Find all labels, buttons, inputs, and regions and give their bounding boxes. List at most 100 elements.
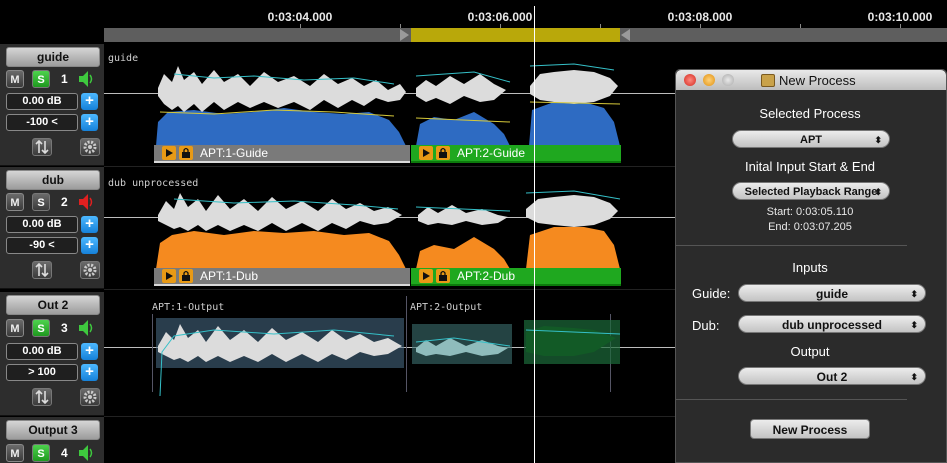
ruler-tick-label: 0:03:08.000 [667,10,733,24]
track-name-button[interactable]: Out 2 [6,295,100,315]
track-name-button[interactable]: Output 3 [6,420,100,440]
region-name: APT:2-Guide [457,146,526,160]
range-end: End: 0:03:07.205 [768,221,852,233]
plus-icon[interactable]: + [81,364,98,381]
range-select-value: Selected Playback Range [744,186,878,198]
dialog-titlebar[interactable]: New Process [676,70,946,90]
range-start: Start: 0:03:05.110 [766,206,854,218]
gain-field[interactable]: 0.00 dB [6,216,78,233]
dub-select-value: dub unprocessed [781,318,882,332]
offset-field[interactable]: -100 < [6,114,78,131]
offset-field[interactable]: -90 < [6,237,78,254]
output-select[interactable]: Out 2 ⬍ [738,367,926,385]
region-apt2-dub[interactable]: APT:2-Dub [411,268,621,286]
solo-button[interactable]: S [32,444,50,462]
range-heading: Inital Input Start & End [744,159,876,174]
playhead[interactable] [534,6,535,463]
region-name: APT:1-Dub [200,269,259,283]
play-icon[interactable] [162,146,176,160]
mute-button[interactable]: M [6,444,24,462]
new-process-dialog: New Process Selected Process APT ⬍ Inital… [675,69,947,463]
dub-select[interactable]: dub unprocessed ⬍ [738,315,926,333]
gear-icon[interactable] [80,138,100,156]
speaker-icon[interactable] [78,193,94,211]
solo-button[interactable]: S [32,193,50,211]
solo-button[interactable]: S [32,70,50,88]
guide-label: Guide: [692,286,731,301]
chevron-updown-icon: ⬍ [874,187,882,197]
plus-icon[interactable]: + [81,237,98,254]
output-select-value: Out 2 [816,370,848,384]
track-name-button[interactable]: dub [6,170,100,190]
range-select[interactable]: Selected Playback Range ⬍ [732,182,890,200]
process-select-value: APT [800,134,822,146]
dialog-title: New Process [779,73,856,88]
speaker-icon[interactable] [78,444,94,462]
region-name: APT:1-Guide [200,146,269,160]
up-down-arrows-icon[interactable] [32,138,52,156]
guide-select[interactable]: guide ⬍ [738,284,926,302]
plus-icon[interactable]: + [81,114,98,131]
lane-label: guide [108,53,139,64]
plus-icon[interactable]: + [81,216,98,233]
process-select[interactable]: APT ⬍ [732,130,890,148]
up-down-arrows-icon[interactable] [32,261,52,279]
track-header-output3: Output 3 M S 4 [0,417,104,463]
track-name-button[interactable]: guide [6,47,100,67]
lock-icon[interactable] [436,269,450,283]
region-apt2-guide[interactable]: APT:2-Guide [411,145,621,163]
mute-button[interactable]: M [6,70,24,88]
track-header-guide: guide M S 1 0.00 dB + -100 < + [0,44,104,166]
output-heading: Output [790,344,830,359]
waveform-dub [156,190,621,269]
speaker-icon[interactable] [78,70,94,88]
gain-field[interactable]: 0.00 dB [6,343,78,360]
track-number: 1 [61,72,68,86]
track-header-dub: dub M S 2 0.00 dB + -90 < + [0,167,104,289]
minimize-icon[interactable] [703,74,715,86]
plus-icon[interactable]: + [81,93,98,110]
gear-icon[interactable] [80,261,100,279]
waveform-output [156,318,621,396]
solo-button[interactable]: S [32,319,50,337]
divider [676,245,907,246]
plus-icon[interactable]: + [81,343,98,360]
speaker-icon[interactable] [78,319,94,337]
selected-playback-range[interactable] [411,28,620,42]
selected-process-heading: Selected Process [759,106,861,121]
app-icon [761,74,775,87]
lock-icon[interactable] [436,146,450,160]
zoom-icon[interactable] [722,74,734,86]
range-end-handle-icon[interactable] [621,29,630,41]
mute-button[interactable]: M [6,193,24,211]
mute-button[interactable]: M [6,319,24,337]
lock-icon[interactable] [179,269,193,283]
play-icon[interactable] [419,146,433,160]
waveform-guide [156,63,621,146]
chevron-updown-icon: ⬍ [910,372,918,382]
chevron-updown-icon: ⬍ [910,289,918,299]
track-number: 3 [61,321,68,335]
divider [676,399,907,400]
region-apt1-dub[interactable]: APT:1-Dub [154,268,410,286]
offset-field[interactable]: > 100 [6,364,78,381]
region-name: APT:2-Dub [457,269,516,283]
up-down-arrows-icon[interactable] [32,388,52,406]
ruler-tick-label: 0:03:06.000 [467,10,533,24]
gain-field[interactable]: 0.00 dB [6,93,78,110]
new-process-button[interactable]: New Process [750,419,870,439]
lock-icon[interactable] [179,146,193,160]
play-icon[interactable] [162,269,176,283]
range-start-handle-icon[interactable] [400,29,409,41]
inputs-heading: Inputs [792,260,828,275]
ruler-tick-label: 0:03:10.000 [867,10,933,24]
track-header-out2: Out 2 M S 3 0.00 dB + > 100 + [0,292,104,416]
chevron-updown-icon: ⬍ [910,320,918,330]
track-number: 2 [61,195,68,209]
region-apt1-guide[interactable]: APT:1-Guide [154,145,410,163]
dub-label: Dub: [692,318,720,333]
ruler-tick-label: 0:03:04.000 [267,10,333,24]
close-icon[interactable] [684,74,696,86]
play-icon[interactable] [419,269,433,283]
gear-icon[interactable] [80,388,100,406]
